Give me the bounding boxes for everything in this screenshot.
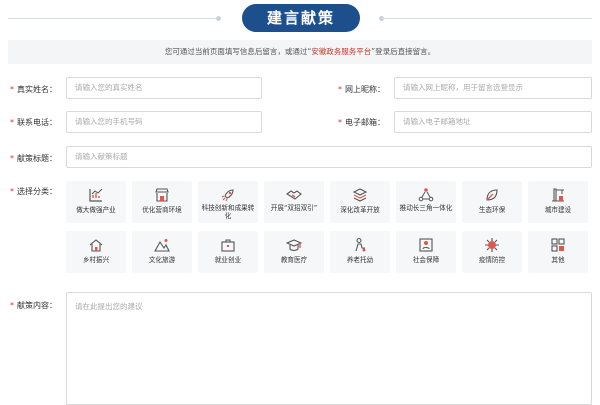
category-label-text: 就业创业 <box>214 256 242 264</box>
category-culture-tourism[interactable]: 文化旅游 <box>132 231 192 273</box>
header-divider-right <box>382 18 592 19</box>
category-label-text: 科技创新和成果转化 <box>201 204 255 220</box>
content-textarea[interactable]: 请在此提出您的建议 <box>66 292 592 405</box>
email-input[interactable]: 请输入电子邮箱地址 <box>394 111 592 133</box>
required-mark: * <box>338 118 342 127</box>
category-label-text: 优化营商环境 <box>142 206 182 214</box>
required-mark: * <box>338 85 342 94</box>
layers-icon <box>352 188 368 202</box>
required-mark: * <box>10 85 14 94</box>
notice-bar: 您可通过当前页面填写信息后留言，或通过“安徽政务服务平台”登录后直接留言。 <box>8 40 592 64</box>
graduation-cap-icon <box>286 239 302 252</box>
title-label: * 献策标题： <box>10 154 57 163</box>
category-business-env[interactable]: 优化营商环境 <box>132 181 192 223</box>
rocket-icon <box>221 189 234 202</box>
email-label: * 电子邮箱： <box>338 118 385 127</box>
category-education-medical[interactable]: 教育医疗 <box>264 231 324 273</box>
network-icon <box>418 188 434 202</box>
category-investment[interactable]: 开展“双招双引” <box>264 181 324 223</box>
phone-label: * 联系电话： <box>10 118 57 127</box>
category-ecology[interactable]: 生态环保 <box>462 181 522 223</box>
category-reform[interactable]: 深化改革开放 <box>330 181 390 223</box>
handshake-icon <box>286 190 302 200</box>
required-mark: * <box>10 187 14 196</box>
category-label-text: 教育医疗 <box>280 256 308 264</box>
category-label: * 选择分类： <box>10 187 57 196</box>
category-yangtze-delta[interactable]: 推动长三角一体化 <box>396 181 456 223</box>
header-dot-left <box>216 16 221 21</box>
category-label-text: 乡村振兴 <box>82 256 110 264</box>
phone-input[interactable]: 请输入您的手机号码 <box>66 111 262 133</box>
page-header: 建言献策 <box>0 0 600 36</box>
shop-icon <box>155 188 169 202</box>
category-urban[interactable]: 城市建设 <box>528 181 588 223</box>
name-input[interactable]: 请输入您的真实姓名 <box>66 77 262 99</box>
category-epidemic[interactable]: 疫情防控 <box>462 231 522 273</box>
leaf-icon <box>486 189 498 201</box>
crane-icon <box>552 188 564 202</box>
nickname-label: * 网上昵称： <box>338 85 385 94</box>
category-label-text: 城市建设 <box>544 206 572 214</box>
id-card-icon <box>419 238 433 252</box>
caregiving-icon <box>355 237 366 252</box>
category-industry[interactable]: 做大做强产业 <box>66 181 126 223</box>
category-label-text: 做大做强产业 <box>76 206 116 214</box>
category-employment[interactable]: 就业创业 <box>198 231 258 273</box>
required-mark: * <box>10 118 14 127</box>
category-other[interactable]: 其他 <box>528 231 588 273</box>
content-label: * 献策内容： <box>10 301 57 310</box>
category-label-text: 疫情防控 <box>478 256 506 264</box>
mountain-icon <box>154 239 170 252</box>
grid-icon <box>551 238 565 252</box>
notice-text-before: 您可通过当前页面填写信息后留言，或通过“ <box>164 47 312 56</box>
chart-icon <box>89 188 103 202</box>
category-label-text: 深化改革开放 <box>340 206 380 214</box>
house-icon <box>89 239 103 252</box>
page-title: 建言献策 <box>242 4 360 32</box>
virus-icon <box>485 238 499 252</box>
category-rural[interactable]: 乡村振兴 <box>66 231 126 273</box>
category-social-security[interactable]: 社会保障 <box>396 231 456 273</box>
category-elderly-childcare[interactable]: 养老托幼 <box>330 231 390 273</box>
name-label: * 真实姓名： <box>10 85 57 94</box>
nickname-input[interactable]: 请输入网上昵称，用于留言选登显示 <box>394 77 592 99</box>
briefcase-icon <box>221 239 235 252</box>
required-mark: * <box>10 154 14 163</box>
category-label-text: 其他 <box>551 256 565 264</box>
platform-link[interactable]: 安徽政务服务平台 <box>311 47 371 56</box>
required-mark: * <box>10 301 14 310</box>
category-label-text: 推动长三角一体化 <box>399 204 453 212</box>
category-label-text: 生态环保 <box>478 206 506 214</box>
header-divider-left <box>8 18 218 19</box>
category-innovation[interactable]: 科技创新和成果转化 <box>198 181 258 223</box>
category-label-text: 开展“双招双引” <box>270 204 318 212</box>
category-label-text: 养老托幼 <box>346 256 374 264</box>
notice-text-after: ”登录后直接留言。 <box>371 47 436 56</box>
title-input[interactable]: 请输入献策标题 <box>66 146 592 168</box>
category-label-text: 社会保障 <box>412 256 440 264</box>
category-label-text: 文化旅游 <box>148 256 176 264</box>
